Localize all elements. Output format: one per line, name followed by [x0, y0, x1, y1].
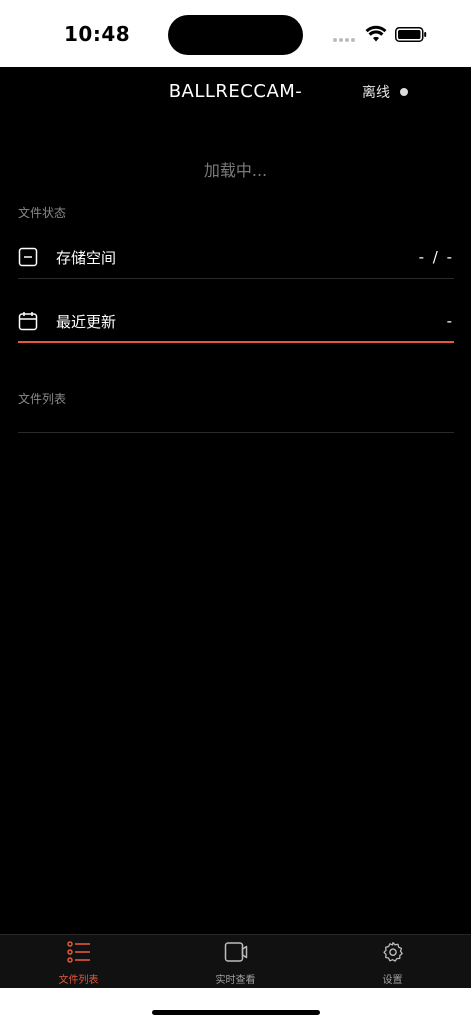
tab-settings-label: 设置: [382, 975, 403, 986]
connection-status-label: 离线: [362, 85, 390, 101]
last-update-label: 最近更新: [56, 312, 117, 331]
tab-live-view-label: 实时查看: [215, 975, 256, 986]
battery-icon: [395, 27, 427, 42]
dynamic-island: [168, 15, 303, 55]
storage-value: - / -: [418, 248, 454, 266]
tab-file-list[interactable]: 文件列表: [0, 935, 157, 989]
file-list-section-title: 文件列表: [18, 392, 67, 406]
wifi-icon: [365, 25, 387, 42]
home-indicator[interactable]: [152, 1010, 320, 1015]
cellular-signal-icon: [333, 38, 355, 42]
connection-status: 离线: [362, 82, 408, 102]
storage-row: 存储空间 - / -: [18, 234, 454, 280]
status-dot-icon: [400, 88, 408, 96]
camera-icon: [224, 941, 248, 967]
active-divider: [18, 341, 454, 343]
storage-label: 存储空间: [56, 248, 117, 267]
calendar-icon: [18, 311, 38, 331]
gear-icon: [381, 941, 405, 967]
tab-bar: 文件列表 实时查看 设置: [0, 934, 471, 989]
tab-live-view[interactable]: 实时查看: [157, 935, 314, 989]
app-content: BALLRECCAM- 离线 加载中... 文件状态 存储空间 - / - 最近…: [0, 67, 471, 934]
last-update-value: -: [446, 312, 454, 330]
divider: [18, 278, 454, 279]
last-update-row[interactable]: 最近更新 -: [18, 298, 454, 344]
file-list-divider: [18, 432, 454, 433]
home-indicator-area: [0, 988, 471, 1024]
tab-file-list-label: 文件列表: [58, 975, 99, 986]
loading-indicator: 加载中...: [203, 161, 268, 180]
storage-icon: [18, 247, 38, 267]
screen: 10:48 BALLRECCAM- 离线 加载中... 文件状态 存储空间 - …: [0, 0, 471, 1024]
file-status-section-title: 文件状态: [18, 206, 67, 220]
status-time: 10:48: [64, 22, 131, 46]
tab-settings[interactable]: 设置: [314, 935, 471, 989]
list-icon: [66, 941, 91, 967]
status-bar: 10:48: [0, 0, 471, 67]
